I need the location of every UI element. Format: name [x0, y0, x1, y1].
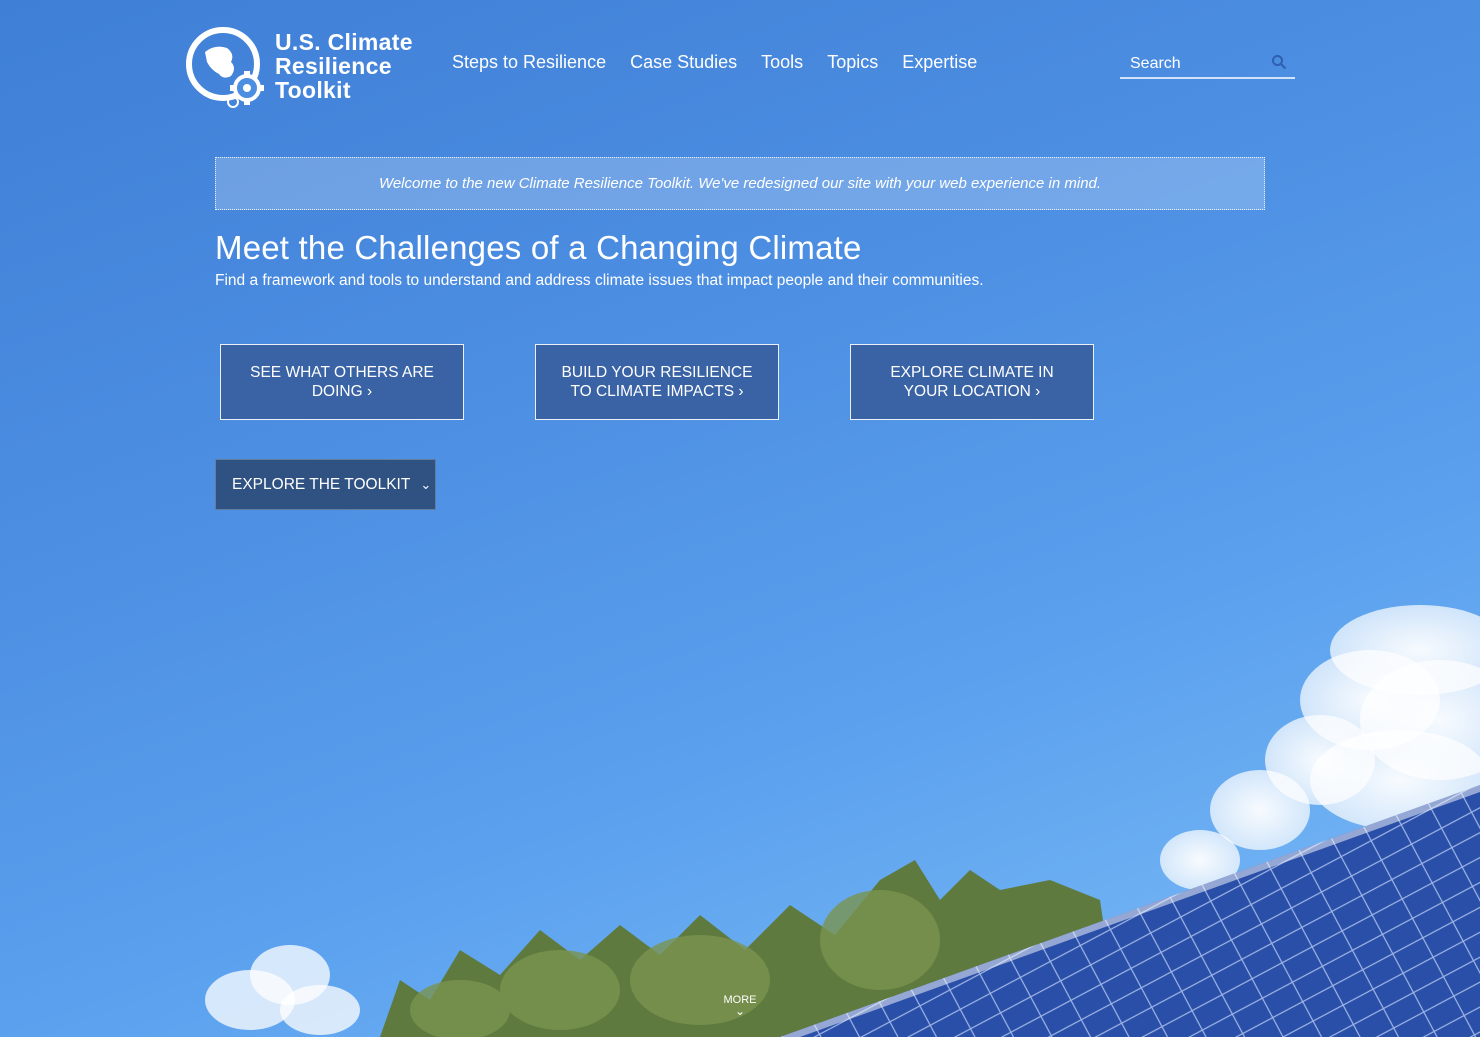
explore-climate-in-your-location-button[interactable]: EXPLORE CLIMATE IN YOUR LOCATION ›: [850, 344, 1094, 420]
chevron-down-icon: ⌄: [420, 476, 432, 492]
logo-line-1: U.S. Climate: [275, 29, 413, 55]
cta-label: SEE WHAT OTHERS ARE DOING ›: [250, 364, 434, 400]
page-title: Meet the Challenges of a Changing Climat…: [215, 229, 862, 266]
hero-background-image: [205, 605, 1480, 1037]
welcome-banner: Welcome to the new Climate Resilience To…: [215, 157, 1265, 210]
main-nav: Steps to Resilience Case Studies Tools T…: [452, 52, 977, 73]
site-logo[interactable]: U.S. Climate Resilience Toolkit: [185, 24, 425, 108]
welcome-banner-text: Welcome to the new Climate Resilience To…: [378, 175, 1102, 192]
search-input[interactable]: [1120, 54, 1270, 73]
logo-text: U.S. Climate Resilience Toolkit: [275, 30, 413, 102]
nav-item-expertise[interactable]: Expertise: [902, 52, 977, 73]
nav-item-tools[interactable]: Tools: [761, 52, 803, 73]
page: U.S. Climate Resilience Toolkit Steps to…: [0, 0, 1480, 1037]
search-icon[interactable]: [1271, 54, 1287, 70]
explore-the-toolkit-button[interactable]: EXPLORE THE TOOLKIT ⌄: [215, 459, 436, 510]
more-button[interactable]: MORE ⌄: [712, 994, 768, 1018]
explore-the-toolkit-label: EXPLORE THE TOOLKIT: [232, 475, 411, 493]
chevron-down-icon: ⌄: [734, 1004, 746, 1018]
globe-gear-icon: [186, 27, 264, 108]
cta-label: EXPLORE CLIMATE IN YOUR LOCATION ›: [890, 364, 1054, 400]
nav-item-topics[interactable]: Topics: [827, 52, 878, 73]
logo-line-2: Resilience: [275, 53, 392, 79]
nav-item-case-studies[interactable]: Case Studies: [630, 52, 737, 73]
nav-item-steps-to-resilience[interactable]: Steps to Resilience: [452, 52, 606, 73]
cta-label: BUILD YOUR RESILIENCE TO CLIMATE IMPACTS…: [561, 364, 753, 400]
see-what-others-are-doing-button[interactable]: SEE WHAT OTHERS ARE DOING ›: [220, 344, 464, 420]
cloud-left: [205, 945, 360, 1035]
search-box: [1120, 50, 1295, 79]
build-your-resilience-button[interactable]: BUILD YOUR RESILIENCE TO CLIMATE IMPACTS…: [535, 344, 779, 420]
logo-line-3: Toolkit: [275, 77, 351, 103]
page-subtitle: Find a framework and tools to understand…: [215, 272, 984, 289]
